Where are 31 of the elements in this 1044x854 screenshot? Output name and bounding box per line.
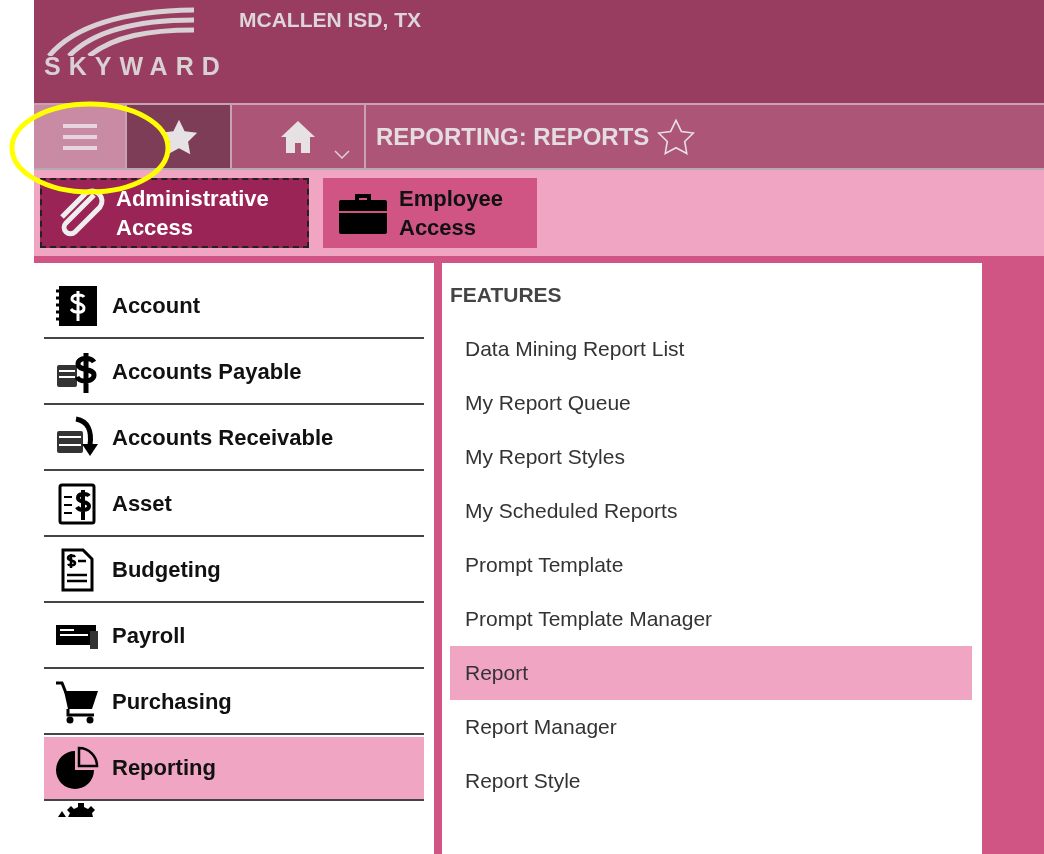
logo-arcs-icon — [44, 6, 194, 56]
pie-chart-icon — [54, 745, 100, 791]
features-heading: FEATURES — [450, 283, 563, 307]
favorites-button[interactable] — [127, 105, 232, 168]
feature-link[interactable]: My Report Queue — [450, 376, 972, 430]
feature-link[interactable]: My Report Styles — [450, 430, 972, 484]
sidebar-item[interactable]: Account — [44, 275, 424, 339]
sidebar-item[interactable]: Accounts Payable — [44, 341, 424, 405]
feature-link[interactable]: Prompt Template — [450, 538, 972, 592]
sidebar-item[interactable]: Reporting — [44, 737, 424, 801]
page-title: REPORTING: REPORTS — [376, 122, 650, 151]
chevron-down-icon — [334, 150, 350, 160]
feature-link[interactable]: My Scheduled Reports — [450, 484, 972, 538]
feature-link[interactable]: Prompt Template Manager — [450, 592, 972, 646]
sidebar-item[interactable]: Accounts Receivable — [44, 407, 424, 471]
home-icon — [279, 118, 317, 155]
dollar-notebook-icon — [54, 283, 100, 329]
district-name: MCALLEN ISD, TX — [239, 8, 421, 32]
sidebar-item[interactable]: Asset — [44, 473, 424, 537]
feature-link[interactable]: Report — [450, 646, 972, 700]
logo-text: SKYWARD — [44, 52, 229, 81]
access-button[interactable]: Employee Access — [323, 178, 537, 248]
sidebar-item[interactable]: Payroll — [44, 605, 424, 669]
sidebar-item[interactable]: Purchasing — [44, 671, 424, 735]
cart-icon — [54, 679, 100, 725]
feature-link[interactable]: Report Style — [450, 754, 972, 808]
feature-link[interactable]: Data Mining Report List — [450, 322, 972, 376]
star-outline-icon[interactable] — [657, 117, 696, 156]
feature-link[interactable]: Report Manager — [450, 700, 972, 754]
sidebar-item[interactable]: Budgeting — [44, 539, 424, 603]
access-button[interactable]: Administrative Access — [40, 178, 309, 248]
